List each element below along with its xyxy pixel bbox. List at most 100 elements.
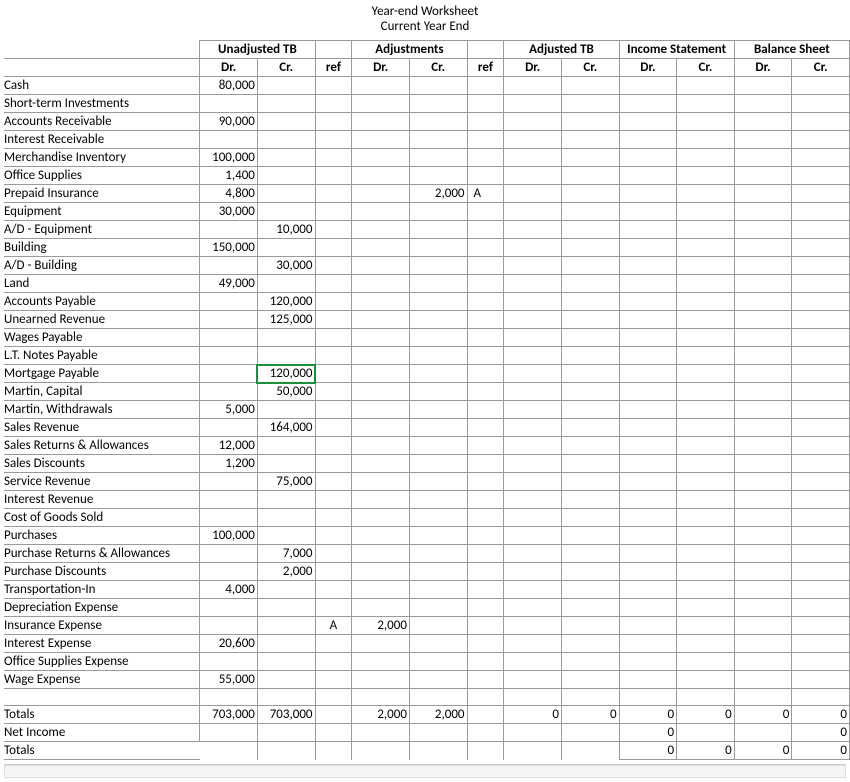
atb-dr-cell[interactable] — [504, 437, 562, 455]
bal-dr-cell[interactable] — [734, 275, 792, 293]
bal-dr-cell[interactable] — [734, 95, 792, 113]
atb-dr-cell[interactable] — [504, 689, 562, 706]
adj-ref2-cell[interactable] — [467, 437, 504, 455]
unadj-dr-cell[interactable] — [200, 563, 258, 581]
unadj-dr-cell[interactable] — [200, 311, 258, 329]
bal-cr-cell[interactable] — [792, 563, 850, 581]
adj-dr-cell[interactable] — [352, 599, 410, 617]
atb-cr-cell[interactable] — [561, 455, 619, 473]
unadj-dr-cell[interactable] — [200, 491, 258, 509]
atb-cr-cell[interactable] — [561, 275, 619, 293]
atb-dr-cell[interactable] — [504, 329, 562, 347]
bal-dr-cell[interactable] — [734, 509, 792, 527]
totals-inc-cr[interactable]: 0 — [677, 706, 735, 724]
adj-dr-cell[interactable] — [352, 383, 410, 401]
inc-dr-cell[interactable] — [619, 293, 677, 311]
adj-ref1-cell[interactable] — [315, 563, 352, 581]
adj-dr-cell[interactable] — [352, 293, 410, 311]
adj-dr-cell[interactable] — [352, 149, 410, 167]
bal-cr-cell[interactable] — [792, 293, 850, 311]
unadj-cr-cell[interactable]: 120,000 — [257, 293, 315, 311]
inc-cr-cell[interactable] — [677, 581, 735, 599]
bal-cr-cell[interactable] — [792, 491, 850, 509]
unadj-dr-cell[interactable]: 30,000 — [200, 203, 258, 221]
unadj-dr-cell[interactable]: 20,600 — [200, 635, 258, 653]
adj-dr-cell[interactable] — [352, 239, 410, 257]
unadj-cr-cell[interactable] — [257, 509, 315, 527]
inc-cr-cell[interactable] — [677, 365, 735, 383]
atb-dr-cell[interactable] — [504, 653, 562, 671]
unadj-cr-cell[interactable] — [257, 491, 315, 509]
atb-dr-cell[interactable] — [504, 185, 562, 203]
bal-dr-cell[interactable] — [734, 167, 792, 185]
unadj-cr-cell[interactable] — [257, 131, 315, 149]
adj-ref1-cell[interactable] — [315, 275, 352, 293]
bal-cr-cell[interactable] — [792, 95, 850, 113]
net-income-bal-cr[interactable]: 0 — [792, 724, 850, 742]
adj-cr-cell[interactable] — [409, 689, 467, 706]
atb-cr-cell[interactable] — [561, 383, 619, 401]
adj-ref2-cell[interactable] — [467, 383, 504, 401]
bal-cr-cell[interactable] — [792, 347, 850, 365]
totals2-bal-dr[interactable]: 0 — [734, 742, 792, 760]
adj-ref2-cell[interactable] — [467, 167, 504, 185]
adj-cr-cell[interactable] — [409, 293, 467, 311]
inc-cr-cell[interactable] — [677, 185, 735, 203]
adj-dr-cell[interactable]: 2,000 — [352, 617, 410, 635]
adj-ref2-cell[interactable] — [467, 203, 504, 221]
adj-ref1-cell[interactable] — [315, 599, 352, 617]
adj-ref2-cell[interactable] — [467, 329, 504, 347]
inc-dr-cell[interactable] — [619, 527, 677, 545]
atb-dr-cell[interactable] — [504, 509, 562, 527]
net-income-inc-dr[interactable]: 0 — [619, 724, 677, 742]
adj-cr-cell[interactable] — [409, 329, 467, 347]
bal-dr-cell[interactable] — [734, 419, 792, 437]
adj-ref2-cell[interactable] — [467, 365, 504, 383]
unadj-cr-cell[interactable]: 2,000 — [257, 563, 315, 581]
adj-ref1-cell[interactable] — [315, 455, 352, 473]
adj-cr-cell[interactable] — [409, 491, 467, 509]
atb-dr-cell[interactable] — [504, 275, 562, 293]
adj-cr-cell[interactable] — [409, 401, 467, 419]
adj-cr-cell[interactable] — [409, 275, 467, 293]
inc-cr-cell[interactable] — [677, 635, 735, 653]
atb-dr-cell[interactable] — [504, 383, 562, 401]
inc-dr-cell[interactable] — [619, 203, 677, 221]
inc-cr-cell[interactable] — [677, 347, 735, 365]
adj-ref2-cell[interactable] — [467, 509, 504, 527]
adj-dr-cell[interactable] — [352, 401, 410, 419]
unadj-dr-cell[interactable]: 80,000 — [200, 77, 258, 95]
atb-cr-cell[interactable] — [561, 365, 619, 383]
unadj-cr-cell[interactable] — [257, 77, 315, 95]
unadj-dr-cell[interactable] — [200, 509, 258, 527]
adj-cr-cell[interactable] — [409, 509, 467, 527]
adj-dr-cell[interactable] — [352, 77, 410, 95]
adj-dr-cell[interactable] — [352, 545, 410, 563]
inc-dr-cell[interactable] — [619, 149, 677, 167]
adj-ref1-cell[interactable] — [315, 419, 352, 437]
inc-dr-cell[interactable] — [619, 365, 677, 383]
adj-ref1-cell[interactable] — [315, 671, 352, 689]
atb-cr-cell[interactable] — [561, 419, 619, 437]
atb-dr-cell[interactable] — [504, 401, 562, 419]
inc-dr-cell[interactable] — [619, 113, 677, 131]
atb-dr-cell[interactable] — [504, 293, 562, 311]
adj-dr-cell[interactable] — [352, 347, 410, 365]
bal-dr-cell[interactable] — [734, 527, 792, 545]
inc-dr-cell[interactable] — [619, 185, 677, 203]
atb-dr-cell[interactable] — [504, 131, 562, 149]
atb-dr-cell[interactable] — [504, 599, 562, 617]
unadj-cr-cell[interactable]: 75,000 — [257, 473, 315, 491]
unadj-dr-cell[interactable] — [200, 131, 258, 149]
unadj-dr-cell[interactable]: 1,200 — [200, 455, 258, 473]
inc-cr-cell[interactable] — [677, 149, 735, 167]
bal-dr-cell[interactable] — [734, 113, 792, 131]
inc-cr-cell[interactable] — [677, 203, 735, 221]
inc-cr-cell[interactable] — [677, 401, 735, 419]
inc-cr-cell[interactable] — [677, 689, 735, 706]
unadj-dr-cell[interactable] — [200, 293, 258, 311]
adj-cr-cell[interactable] — [409, 653, 467, 671]
inc-dr-cell[interactable] — [619, 221, 677, 239]
adj-ref1-cell[interactable] — [315, 653, 352, 671]
unadj-dr-cell[interactable]: 100,000 — [200, 149, 258, 167]
